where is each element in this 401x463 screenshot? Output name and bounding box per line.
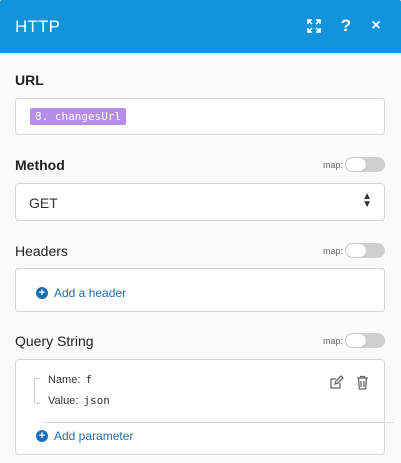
method-label: Method [15, 157, 65, 173]
method-select[interactable]: GET ▲ ▼ [15, 183, 385, 221]
edit-icon[interactable] [329, 375, 344, 390]
plus-circle-icon: + [36, 287, 48, 299]
sort-caret-icon: ▲ ▼ [362, 191, 372, 210]
method-value: GET [29, 195, 58, 211]
add-header-label: Add a header [54, 286, 127, 300]
param-value-label: Value: [48, 395, 79, 407]
add-parameter-button[interactable]: + Add parameter [36, 429, 133, 443]
query-param-item: Name: f Value: json [34, 370, 394, 423]
map-switch[interactable] [345, 157, 385, 172]
panel-title: HTTP [15, 17, 61, 36]
method-map-toggle[interactable]: map: [323, 157, 385, 172]
param-name-value: f [85, 373, 93, 386]
map-label: map: [322, 159, 343, 170]
trash-icon[interactable] [355, 375, 370, 390]
param-divider [43, 422, 394, 423]
map-switch[interactable] [345, 333, 385, 348]
headers-label: Headers [15, 243, 68, 259]
headers-map-toggle[interactable]: map: [323, 243, 385, 258]
url-label: URL [15, 72, 44, 88]
param-value-row: Value: json [48, 394, 110, 407]
expand-icon[interactable] [304, 15, 324, 37]
query-string-box: Name: f Value: json + Add parameter [15, 359, 394, 455]
panel-body: URL 8. changesUrl Method map: GET ▲ ▼ Hea… [0, 53, 401, 463]
headers-box: + Add a header [15, 268, 385, 312]
query-string-label: Query String [15, 333, 94, 349]
map-label: map: [322, 335, 343, 346]
map-switch[interactable] [345, 243, 385, 258]
param-name-label: Name: [48, 374, 81, 386]
param-actions [329, 375, 370, 390]
param-bracket [34, 378, 40, 404]
plus-circle-icon: + [36, 430, 48, 442]
add-parameter-label: Add parameter [54, 429, 134, 443]
help-icon[interactable]: ? [336, 15, 356, 37]
add-header-button[interactable]: + Add a header [36, 286, 126, 300]
param-value-value: json [83, 394, 110, 407]
close-icon[interactable]: × [366, 15, 386, 37]
query-map-toggle[interactable]: map: [323, 333, 385, 348]
url-field[interactable]: 8. changesUrl [15, 98, 385, 135]
param-name-row: Name: f [48, 373, 92, 386]
url-variable-pill[interactable]: 8. changesUrl [30, 108, 127, 125]
http-module-panel: HTTP ? × URL 8. changesUrl Method map: G… [0, 0, 401, 463]
map-label: map: [322, 245, 343, 256]
panel-header: HTTP ? × [0, 0, 401, 53]
